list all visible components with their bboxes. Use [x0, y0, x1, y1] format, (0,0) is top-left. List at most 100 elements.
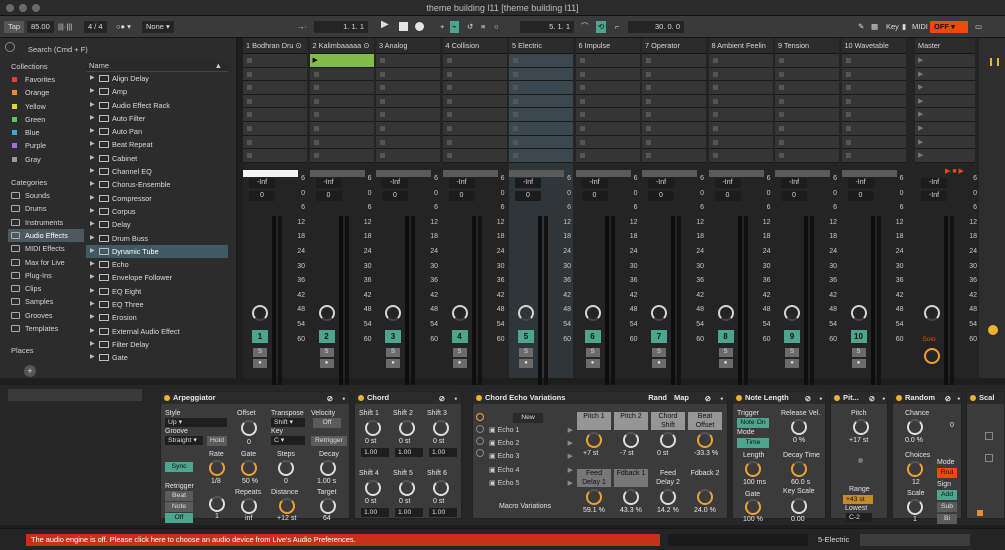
- tap-tempo-button[interactable]: Tap: [4, 21, 25, 33]
- new-variation-button[interactable]: New: [513, 413, 543, 423]
- stop-clip-icon[interactable]: [313, 112, 319, 118]
- pan-readout[interactable]: 0: [781, 191, 807, 201]
- collection-gray[interactable]: Gray: [8, 153, 84, 166]
- track-activator-button[interactable]: 2: [318, 330, 335, 343]
- stop-clip-icon[interactable]: [712, 58, 718, 63]
- volume-readout[interactable]: -Inf: [921, 178, 947, 188]
- scene-play-icon[interactable]: ▶: [918, 151, 923, 159]
- category-audio-effects[interactable]: Audio Effects: [8, 228, 84, 243]
- scene-launch-slot[interactable]: ▶8: [915, 149, 989, 163]
- scene-launch-slot[interactable]: ▶6: [915, 121, 989, 136]
- scale-grid-icon[interactable]: [985, 454, 993, 462]
- expand-arrow-icon[interactable]: ▶: [90, 165, 95, 178]
- stop-clip-icon[interactable]: [579, 98, 585, 104]
- clip-slot[interactable]: [575, 135, 640, 150]
- scene-play-icon[interactable]: ▶: [918, 138, 923, 146]
- macro-add-icon[interactable]: [476, 425, 484, 433]
- category-grooves[interactable]: Grooves: [8, 309, 84, 322]
- device-save-icon[interactable]: ▪: [454, 393, 457, 405]
- loop-length-field[interactable]: 30. 0. 0: [628, 21, 684, 33]
- stop-all-icon[interactable]: ▶ ■ ▶: [945, 167, 964, 175]
- stop-clip-icon[interactable]: [646, 112, 651, 118]
- stop-clip-icon[interactable]: [380, 139, 385, 145]
- sign-bi-button[interactable]: Bi: [937, 514, 957, 524]
- device-power-icon[interactable]: [970, 395, 976, 401]
- add-place-icon[interactable]: +: [24, 365, 36, 377]
- category-sounds[interactable]: Sounds: [8, 189, 84, 202]
- clip-slot[interactable]: [442, 149, 507, 163]
- stop-clip-icon[interactable]: [313, 98, 319, 104]
- clip-slot[interactable]: [775, 81, 839, 95]
- clip-slot[interactable]: [775, 121, 839, 136]
- stop-clip-icon[interactable]: [513, 71, 518, 77]
- browser-item[interactable]: ▶ Cabinet: [86, 152, 228, 165]
- stop-clip-icon[interactable]: [646, 139, 651, 145]
- offset-knob[interactable]: [241, 420, 257, 436]
- stop-clip-icon[interactable]: [579, 58, 585, 63]
- stop-clip-icon[interactable]: [779, 112, 784, 118]
- record-arm-icon[interactable]: ●: [319, 359, 334, 368]
- volume-readout[interactable]: -Inf: [448, 178, 475, 188]
- expand-arrow-icon[interactable]: ▶: [90, 218, 95, 231]
- browser-item[interactable]: ▶ Corpus: [86, 205, 228, 218]
- expand-arrow-icon[interactable]: ▶: [90, 271, 95, 284]
- macro-delete-icon[interactable]: [476, 437, 484, 445]
- device-save-icon[interactable]: ▪: [342, 393, 345, 405]
- stop-clip-icon[interactable]: [845, 58, 851, 63]
- chain-variation-icon[interactable]: ▣: [489, 427, 498, 434]
- category-samples[interactable]: Samples: [8, 295, 84, 308]
- clip-slot[interactable]: [642, 54, 706, 68]
- pan-readout[interactable]: 0: [714, 191, 741, 201]
- clip-slot[interactable]: [708, 67, 773, 82]
- stop-clip-icon[interactable]: [579, 112, 585, 118]
- expand-arrow-icon[interactable]: ▶: [90, 99, 95, 112]
- scene-launch-slot[interactable]: ▶3: [915, 81, 989, 95]
- stop-clip-icon[interactable]: [513, 125, 518, 131]
- key-map-button[interactable]: Key: [882, 21, 903, 33]
- macro-knob[interactable]: [660, 489, 676, 505]
- clip-slot[interactable]: ▶: [309, 54, 374, 68]
- rack-settings-icon[interactable]: ⊘: [705, 393, 711, 405]
- pan-readout[interactable]: 0: [249, 191, 275, 201]
- browser-item[interactable]: ▶ Echo: [86, 258, 228, 271]
- tempo-field[interactable]: 85.00: [27, 21, 54, 33]
- audio-engine-off-button[interactable]: OFF ▾: [930, 21, 968, 33]
- clip-slot[interactable]: [442, 67, 507, 82]
- stop-clip-icon[interactable]: [313, 153, 319, 159]
- track-activator-button[interactable]: 1: [252, 330, 268, 343]
- expand-arrow-icon[interactable]: ▶: [90, 178, 95, 191]
- chain-arrow-icon[interactable]: ▶: [568, 478, 573, 489]
- macro-mode-icon[interactable]: [476, 449, 484, 457]
- follow-icon[interactable]: →·: [297, 21, 307, 33]
- stop-clip-icon[interactable]: [845, 153, 851, 159]
- clip-slot[interactable]: [775, 54, 839, 68]
- scene-play-icon[interactable]: ▶: [918, 110, 923, 118]
- expand-arrow-icon[interactable]: ▶: [90, 112, 95, 125]
- clip-slot[interactable]: [243, 149, 307, 163]
- clip-slot[interactable]: [841, 135, 906, 150]
- chain-arrow-icon[interactable]: ▶: [568, 425, 573, 436]
- stop-clip-icon[interactable]: [779, 98, 784, 104]
- macro-label-button[interactable]: Fdback 2: [688, 469, 722, 487]
- chain-item[interactable]: ▣ Echo 4 ▶: [489, 465, 573, 476]
- solo-button[interactable]: S: [253, 348, 267, 357]
- retrigger-knob[interactable]: [209, 496, 225, 512]
- scale-grid-icon[interactable]: [985, 432, 993, 440]
- scene-play-icon[interactable]: ▶: [918, 70, 923, 78]
- pan-readout[interactable]: 0: [847, 191, 874, 201]
- clip-slot[interactable]: [642, 121, 706, 136]
- clip-slot[interactable]: [243, 94, 307, 109]
- shift-knob[interactable]: [433, 420, 449, 436]
- clip-slot[interactable]: [775, 108, 839, 122]
- length-knob[interactable]: [745, 461, 761, 477]
- clip-slot[interactable]: [376, 81, 440, 95]
- record-arm-icon[interactable]: ●: [652, 359, 666, 368]
- stop-clip-icon[interactable]: [579, 153, 585, 159]
- volume-readout[interactable]: -Inf: [581, 178, 608, 188]
- volume-fader[interactable]: [737, 216, 742, 392]
- release-velocity-knob[interactable]: [791, 419, 807, 435]
- shift-knob[interactable]: [399, 480, 415, 496]
- shift-knob[interactable]: [433, 480, 449, 496]
- macro-label-button[interactable]: Feed Delay 1: [577, 469, 611, 487]
- velocity-field[interactable]: 1.00: [429, 508, 457, 517]
